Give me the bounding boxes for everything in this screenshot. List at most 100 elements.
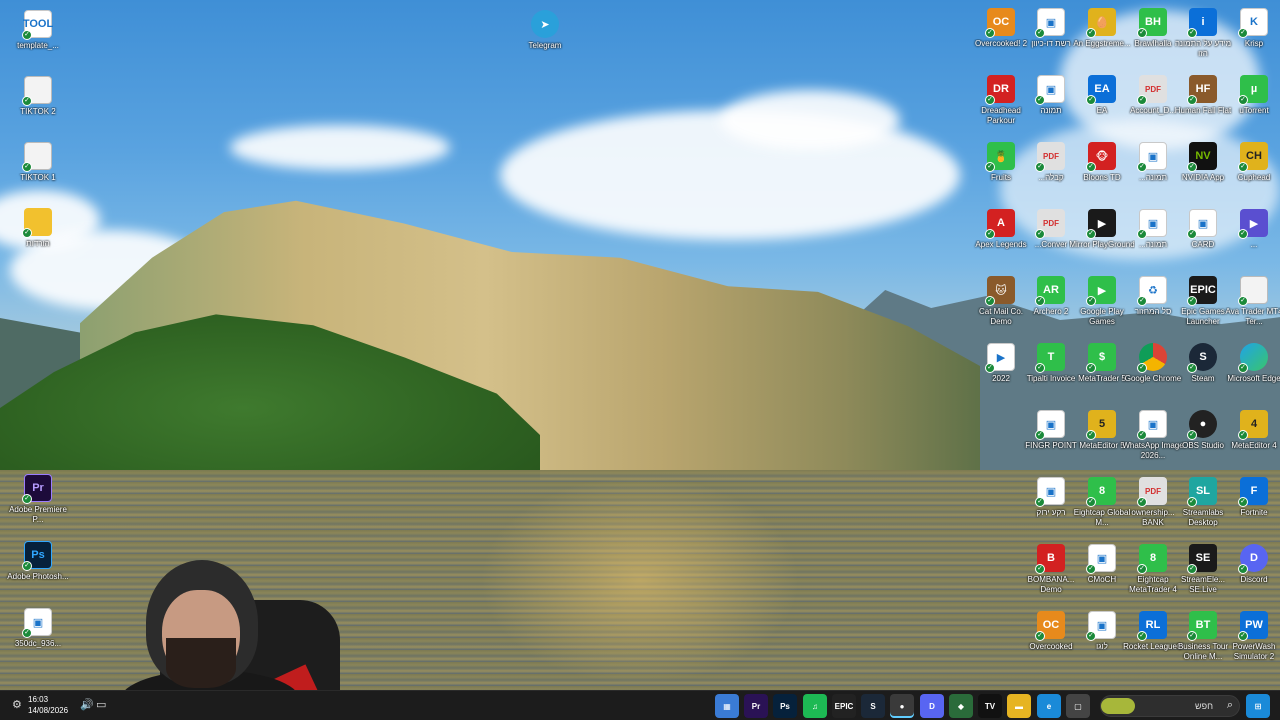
taskbar-discord-icon[interactable]: D [920, 694, 944, 718]
sync-check-icon: ✓ [1238, 229, 1248, 239]
sync-check-icon: ✓ [1137, 363, 1147, 373]
streamer-beard [166, 638, 236, 688]
taskbar-streamelements-icon[interactable]: ◆ [949, 694, 973, 718]
sync-check-icon: ✓ [1086, 631, 1096, 641]
sync-check-icon: ✓ [985, 28, 995, 38]
desktop-icon-label: MetaEditor 4 [1231, 441, 1277, 450]
desktop-icon-label: TIKTOK 1 [20, 173, 56, 182]
sync-check-icon: ✓ [1035, 497, 1045, 507]
sync-check-icon: ✓ [1137, 631, 1147, 641]
taskbar-photoshop-icon[interactable]: Ps [773, 694, 797, 718]
sync-check-icon: ✓ [1137, 564, 1147, 574]
sync-check-icon: ✓ [1187, 631, 1197, 641]
sync-check-icon: ✓ [1035, 363, 1045, 373]
desktop-icon-label: uTorrent [1239, 106, 1269, 115]
sync-check-icon: ✓ [1086, 95, 1096, 105]
taskbar-window-icon[interactable]: ▢ [1066, 694, 1090, 718]
sync-check-icon: ✓ [1238, 497, 1248, 507]
sync-check-icon: ✓ [1187, 229, 1197, 239]
taskbar-tradingview-icon[interactable]: TV [978, 694, 1002, 718]
desktop-icon[interactable]: F ✓ Fortnite [1221, 473, 1280, 539]
sync-check-icon: ✓ [1137, 430, 1147, 440]
sync-check-icon: ✓ [22, 561, 32, 571]
search-box[interactable]: חפש ⌕ [1100, 695, 1240, 717]
sync-check-icon: ✓ [22, 628, 32, 638]
network-icon[interactable]: ▭ [96, 698, 106, 711]
desktop-icon[interactable]: ▶ ✓... [1221, 205, 1280, 271]
taskbar-file-explorer-icon[interactable]: ▬ [1007, 694, 1031, 718]
taskbar-spotify-icon[interactable]: ♫ [803, 694, 827, 718]
sync-check-icon: ✓ [1187, 95, 1197, 105]
desktop-icon-label: PowerWash Simulator 2 [1232, 642, 1276, 661]
desktop-icon-label: Ava Trader MT4 Ter... [1225, 307, 1280, 326]
sync-check-icon: ✓ [1187, 363, 1197, 373]
desktop-icon-label: Adobe Photosh... [7, 572, 69, 581]
sync-check-icon: ✓ [1187, 564, 1197, 574]
sync-check-icon: ✓ [985, 162, 995, 172]
sync-check-icon: ✓ [1086, 296, 1096, 306]
sync-check-icon: ✓ [985, 229, 995, 239]
desktop-icon[interactable]: Ps ✓ Adobe Photosh... [5, 537, 71, 603]
sync-check-icon: ✓ [1035, 430, 1045, 440]
desktop-icon-label: ... [1250, 240, 1258, 249]
desktop-icon[interactable]: TOOL ✓ template_... [5, 6, 71, 72]
clock-time: 16:03 [28, 695, 49, 704]
desktop-icon[interactable]: 4 ✓ MetaEditor 4 [1221, 406, 1280, 472]
start-button[interactable]: ⊞ [1246, 694, 1270, 718]
volume-icon[interactable]: 🔊 [80, 698, 94, 711]
sync-check-icon: ✓ [1086, 430, 1096, 440]
desktop-icon[interactable]: ✓ TIKTOK 1 [5, 138, 71, 204]
taskbar-steam-icon[interactable]: S [861, 694, 885, 718]
sync-check-icon: ✓ [1238, 28, 1248, 38]
telegram-icon: ➤ [531, 10, 559, 38]
desktop-icon[interactable]: D ✓ Discord [1221, 540, 1280, 606]
sync-check-icon: ✓ [1035, 229, 1045, 239]
taskbar: ⚙ 16:03 14/08/2026 🔊 ▭ ▦ Pr Ps ♫ EPIC S ● D ◆ TV ▬… [0, 690, 1280, 720]
desktop-icon-label: 350dc_936... [14, 639, 62, 648]
clock[interactable]: 16:03 14/08/2026 [28, 694, 68, 716]
sync-check-icon: ✓ [22, 162, 32, 172]
desktop-icon[interactable]: ✓ הורדות [5, 204, 71, 270]
taskbar-epic-games-icon[interactable]: EPIC [832, 694, 856, 718]
sync-check-icon: ✓ [1086, 363, 1096, 373]
taskbar-edge-icon[interactable]: e [1037, 694, 1061, 718]
desktop-icon[interactable]: K ✓ Krisp [1221, 4, 1280, 70]
desktop-icon[interactable]: CH ✓ Cuphead [1221, 138, 1280, 204]
sync-check-icon: ✓ [1238, 95, 1248, 105]
desktop-icon-label: Krisp [1244, 39, 1264, 48]
desktop-icon-label: Cuphead [1237, 173, 1271, 182]
desktop-icon[interactable]: ✓ Ava Trader MT4 Ter... [1221, 272, 1280, 338]
settings-icon[interactable]: ⚙ [12, 698, 22, 711]
sync-check-icon: ✓ [1187, 162, 1197, 172]
sync-check-icon: ✓ [1238, 564, 1248, 574]
desktop-icon[interactable]: ✓ Microsoft Edge [1221, 339, 1280, 405]
desktop-icon-label: TIKTOK 2 [20, 107, 56, 116]
desktop-icon[interactable]: ✓ TIKTOK 2 [5, 72, 71, 138]
sync-check-icon: ✓ [1086, 564, 1096, 574]
taskbar-premiere-icon[interactable]: Pr [744, 694, 768, 718]
desktop-icon-label: Discord [1240, 575, 1268, 584]
desktop-icon-label: template_... [17, 41, 59, 50]
desktop-icon[interactable]: µ ✓ uTorrent [1221, 71, 1280, 137]
taskbar-obs-icon[interactable]: ● [890, 694, 914, 718]
search-icon: ⌕ [1226, 699, 1233, 711]
search-placeholder: חפש [1195, 701, 1213, 711]
sync-check-icon: ✓ [1187, 497, 1197, 507]
desktop-icon[interactable]: PW ✓ PowerWash Simulator 2 [1221, 607, 1280, 673]
desktop-icon-label: Microsoft Edge [1227, 374, 1280, 383]
taskbar-taskview-icon[interactable]: ▦ [715, 694, 739, 718]
desktop-icon[interactable]: ▣ ✓ 350dc_936... [5, 604, 71, 670]
sync-check-icon: ✓ [1035, 631, 1045, 641]
sync-check-icon: ✓ [22, 30, 32, 40]
desktop-icon-telegram[interactable]: ➤ Telegram [512, 6, 578, 72]
cloud [720, 90, 900, 150]
sync-check-icon: ✓ [1137, 296, 1147, 306]
sync-check-icon: ✓ [1137, 229, 1147, 239]
sync-check-icon: ✓ [1086, 28, 1096, 38]
water-reflection [480, 475, 800, 685]
sync-check-icon: ✓ [1035, 162, 1045, 172]
sync-check-icon: ✓ [1137, 162, 1147, 172]
sync-check-icon: ✓ [1086, 497, 1096, 507]
desktop-icon-label: Adobe Premiere P... [9, 505, 67, 524]
desktop-icon[interactable]: Pr ✓ Adobe Premiere P... [5, 470, 71, 536]
